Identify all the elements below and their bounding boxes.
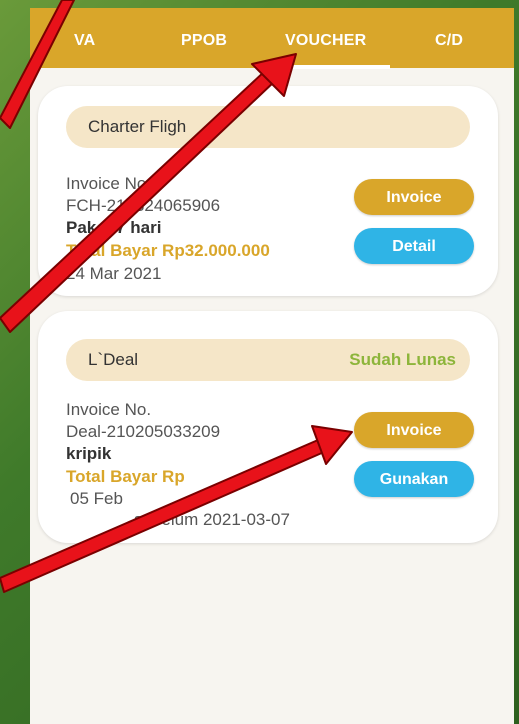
total-payment: Total Bayar Rp32.000.000 [66, 241, 270, 260]
invoice-button[interactable]: Invoice [354, 179, 474, 215]
order-date: 24 Mar 2021 [66, 264, 162, 283]
tab-cd[interactable]: C/D [435, 32, 463, 50]
tab-bar: VA PPOB VOUCHER C/D [30, 8, 514, 69]
app-screen: VA PPOB VOUCHER C/D Charter Fligh Invoic… [30, 8, 514, 724]
invoice-label: Invoice No. [66, 174, 152, 193]
tab-voucher[interactable]: VOUCHER [285, 32, 366, 50]
card-title: Charter Fligh [88, 117, 187, 136]
voucher-card-charter[interactable]: Charter Fligh Invoice No. FCH-2103240659… [38, 86, 498, 296]
invoice-number: FCH-210324065906 [66, 196, 221, 215]
valid-until: sebelum 2021-03-07 [134, 510, 290, 529]
package-name: Paket 7 hari [66, 218, 162, 237]
tab-ppob[interactable]: PPOB [181, 32, 227, 50]
status-badge: Sudah Lunas [349, 350, 456, 369]
detail-button[interactable]: Detail [354, 228, 474, 264]
invoice-button[interactable]: Invoice [354, 412, 474, 448]
card-title: L`Deal [88, 350, 139, 369]
tab-va[interactable]: VA [74, 32, 95, 50]
card-header: L`Deal Sudah Lunas [66, 339, 470, 381]
invoice-number: Deal-210205033209 [66, 422, 221, 441]
use-voucher-button[interactable]: Gunakan [354, 461, 474, 497]
total-payment: Total Bayar Rp [66, 467, 185, 486]
voucher-card-deal[interactable]: L`Deal Sudah Lunas Invoice No. Deal-2102… [38, 311, 498, 543]
active-tab-indicator [262, 65, 390, 69]
order-date: 05 Feb [70, 489, 123, 508]
card-header: Charter Fligh [66, 106, 470, 148]
invoice-label: Invoice No. [66, 400, 152, 419]
package-name: kripik [66, 444, 112, 463]
